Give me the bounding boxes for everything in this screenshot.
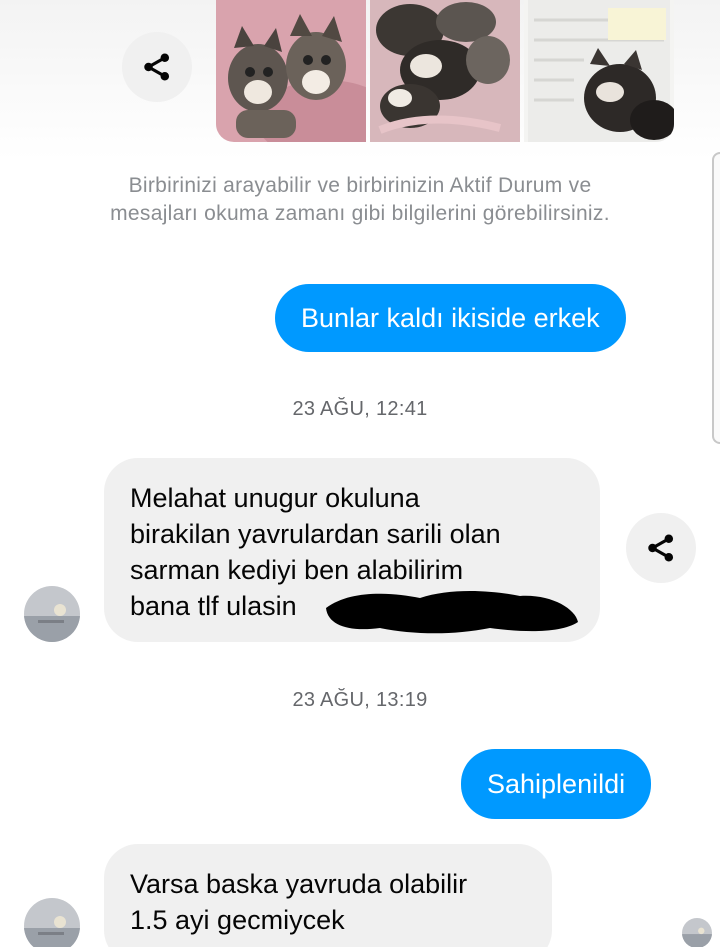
outgoing-message[interactable]: Bunlar kaldı ikiside erkek — [275, 284, 626, 352]
kitten-photo-1[interactable] — [216, 0, 366, 142]
message-line: Melahat unugur okuluna — [130, 483, 420, 513]
timestamp: 23 AĞU, 12:41 — [292, 398, 428, 420]
share-photos-button[interactable] — [122, 32, 192, 102]
system-notice: Birbirinizi arayabilir ve birbirinizin A… — [110, 174, 610, 225]
timestamp: 23 AĞU, 13:19 — [292, 689, 428, 711]
incoming-message[interactable]: Varsa baska yavruda olabilir 1.5 ayi gec… — [104, 844, 552, 947]
outgoing-message[interactable]: Sahiplenildi — [461, 749, 652, 819]
contact-avatar[interactable] — [24, 586, 80, 642]
kitten-photo-3[interactable] — [524, 0, 674, 142]
share-message-button[interactable] — [626, 513, 696, 583]
share-icon — [144, 53, 170, 81]
scrollbar[interactable] — [712, 152, 720, 444]
message-line: 1.5 ayi gecmiycek — [130, 905, 345, 935]
message-line: birakilan yavrulardan sarili olan — [130, 519, 501, 549]
kitten-photo-2[interactable] — [370, 0, 520, 142]
read-receipt-avatar — [682, 918, 712, 947]
contact-avatar[interactable] — [24, 898, 80, 947]
redacted-phone-number — [326, 591, 578, 634]
share-icon — [648, 534, 674, 562]
message-line: Varsa baska yavruda olabilir — [130, 869, 468, 899]
